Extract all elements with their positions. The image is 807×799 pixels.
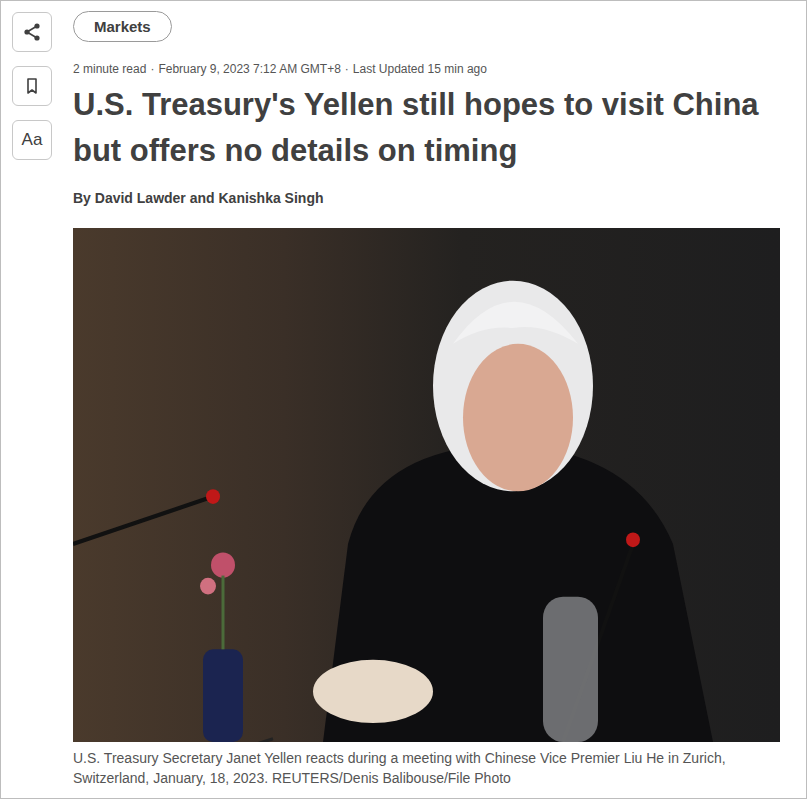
section-tag[interactable]: Markets	[73, 11, 172, 42]
meta-item: February 9, 2023 7:12 AM GMT+8	[158, 62, 340, 76]
photo-scene-icon	[73, 228, 780, 742]
bookmark-icon	[22, 76, 42, 96]
byline: By David Lawder and Kanishka Singh	[73, 190, 780, 206]
share-button[interactable]	[12, 12, 52, 52]
article: Markets 2 minute read · February 9, 2023 7:…	[63, 1, 806, 798]
meta-separator: ·	[345, 62, 349, 76]
meta-separator: ·	[150, 62, 154, 76]
article-meta: 2 minute read · February 9, 2023 7:12 AM G…	[73, 62, 780, 76]
bookmark-button[interactable]	[12, 66, 52, 106]
headline: U.S. Treasury's Yellen still hopes to vi…	[73, 82, 780, 174]
font-size-button[interactable]: Aa	[12, 120, 52, 160]
article-photo	[73, 228, 780, 742]
share-icon	[22, 22, 42, 42]
photo-caption: U.S. Treasury Secretary Janet Yellen rea…	[73, 748, 780, 788]
meta-item: 2 minute read	[73, 62, 146, 76]
font-size-label: Aa	[22, 130, 43, 150]
meta-item: Last Updated 15 min ago	[353, 62, 487, 76]
sidebar: Aa	[1, 1, 63, 798]
